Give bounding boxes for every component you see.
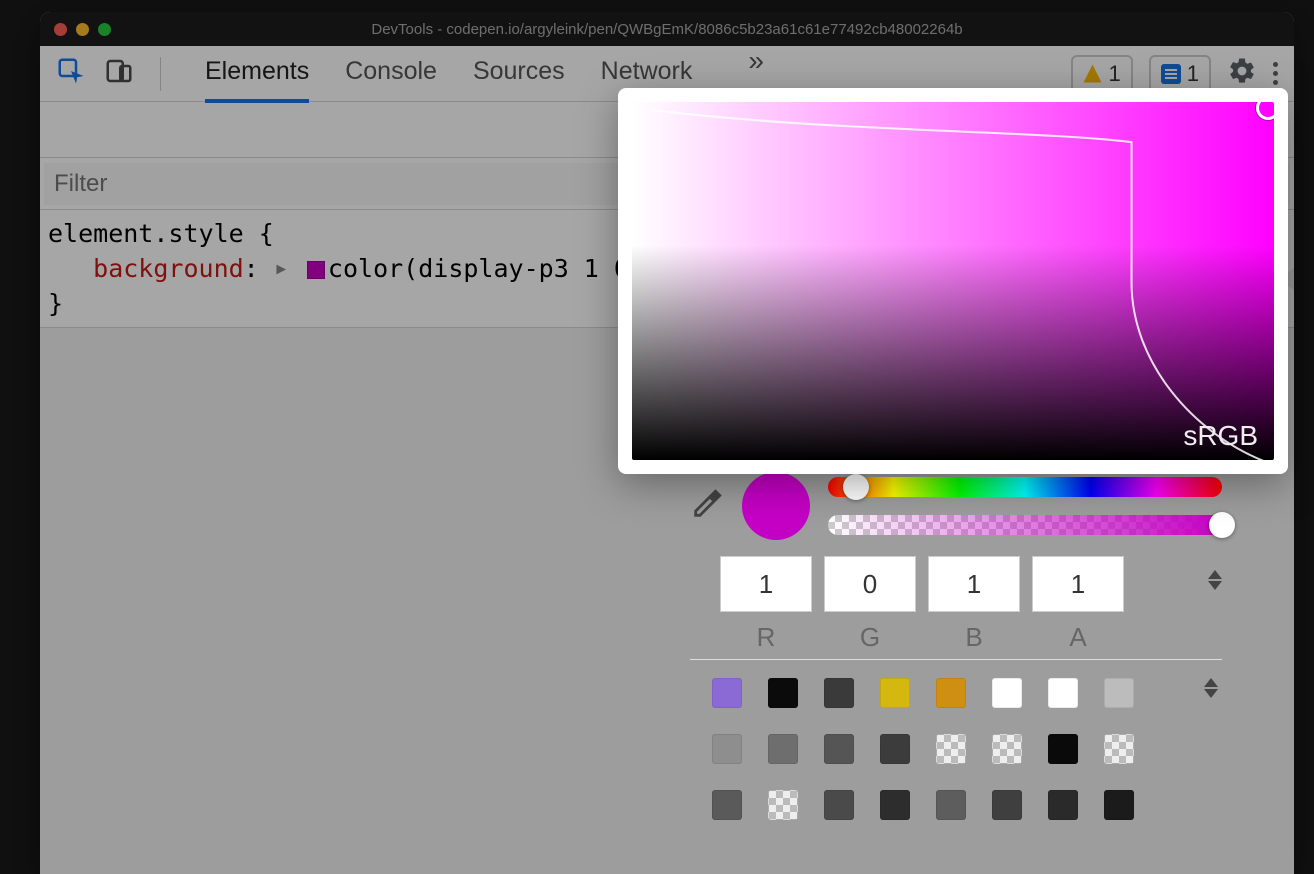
- palette-swatch[interactable]: [936, 734, 966, 764]
- color-swatch[interactable]: [307, 261, 325, 279]
- palette-swatch[interactable]: [1048, 790, 1078, 820]
- a-label: A: [1069, 622, 1086, 653]
- messages-count: 1: [1187, 61, 1199, 87]
- gamut-label: sRGB: [1183, 420, 1258, 452]
- g-label: G: [860, 622, 880, 653]
- palette-swatch[interactable]: [992, 678, 1022, 708]
- b-input[interactable]: [928, 556, 1020, 612]
- rgba-inputs: R G B A: [720, 556, 1222, 653]
- expand-icon[interactable]: ▸: [274, 250, 289, 285]
- palette-swatch[interactable]: [1048, 734, 1078, 764]
- format-stepper[interactable]: [1208, 570, 1222, 590]
- warning-icon: [1083, 64, 1103, 84]
- messages-icon: [1161, 64, 1181, 84]
- device-toggle-icon[interactable]: [104, 56, 134, 91]
- palette-swatch[interactable]: [824, 734, 854, 764]
- palette-area: [690, 659, 1222, 820]
- tab-sources[interactable]: Sources: [473, 45, 565, 103]
- palette-swatch[interactable]: [936, 790, 966, 820]
- alpha-thumb[interactable]: [1209, 512, 1235, 538]
- palette-swatch[interactable]: [880, 678, 910, 708]
- palette-swatch[interactable]: [1104, 790, 1134, 820]
- window-title: DevTools - codepen.io/argyleink/pen/QWBg…: [40, 21, 1294, 38]
- chevron-down-icon[interactable]: [1208, 581, 1222, 590]
- palette-swatch[interactable]: [768, 678, 798, 708]
- palette-swatch[interactable]: [768, 790, 798, 820]
- palette-swatch[interactable]: [992, 790, 1022, 820]
- palette-swatch[interactable]: [936, 678, 966, 708]
- palette-swatch[interactable]: [1104, 734, 1134, 764]
- toolbar-divider: [160, 57, 161, 91]
- b-label: B: [965, 622, 982, 653]
- toolbar-right: 1 1: [1071, 55, 1279, 93]
- warnings-badge[interactable]: 1: [1071, 55, 1133, 93]
- hue-slider[interactable]: [828, 477, 1222, 497]
- hue-thumb[interactable]: [843, 474, 869, 500]
- palette-swatch[interactable]: [992, 734, 1022, 764]
- selector: element.style: [48, 219, 244, 248]
- palette-swatch[interactable]: [824, 790, 854, 820]
- messages-badge[interactable]: 1: [1149, 55, 1211, 93]
- tab-elements[interactable]: Elements: [205, 45, 309, 103]
- r-input[interactable]: [720, 556, 812, 612]
- inspect-icon[interactable]: [56, 56, 86, 91]
- chevron-down-icon[interactable]: [1204, 689, 1218, 698]
- eyedropper-icon[interactable]: [690, 487, 724, 526]
- r-label: R: [757, 622, 776, 653]
- palette-swatch[interactable]: [880, 734, 910, 764]
- property-name[interactable]: background: [93, 254, 244, 283]
- close-brace: }: [48, 289, 63, 318]
- open-brace: {: [259, 219, 274, 248]
- gamut-boundary: [632, 102, 1274, 460]
- palette-swatch[interactable]: [1048, 678, 1078, 708]
- titlebar: DevTools - codepen.io/argyleink/pen/QWBg…: [40, 12, 1294, 46]
- palette-swatch[interactable]: [768, 734, 798, 764]
- spectrum-area[interactable]: sRGB: [632, 102, 1274, 460]
- alpha-slider[interactable]: [828, 515, 1222, 535]
- kebab-icon[interactable]: [1273, 62, 1278, 85]
- palette-swatch[interactable]: [1104, 678, 1134, 708]
- picker-controls: R G B A: [690, 472, 1222, 820]
- a-input[interactable]: [1032, 556, 1124, 612]
- warnings-count: 1: [1109, 61, 1121, 87]
- gear-icon[interactable]: [1227, 56, 1257, 91]
- spectrum-cursor[interactable]: [1256, 102, 1274, 120]
- palette-swatch[interactable]: [712, 734, 742, 764]
- palette-swatch[interactable]: [824, 678, 854, 708]
- chevron-up-icon[interactable]: [1204, 678, 1218, 687]
- color-picker-popup: sRGB: [618, 88, 1288, 474]
- palette-swatch[interactable]: [880, 790, 910, 820]
- palette: [712, 678, 1222, 820]
- palette-swatch[interactable]: [712, 790, 742, 820]
- g-input[interactable]: [824, 556, 916, 612]
- current-color: [742, 472, 810, 540]
- chevron-up-icon[interactable]: [1208, 570, 1222, 579]
- palette-stepper[interactable]: [1204, 678, 1218, 698]
- property-value[interactable]: color(display-p3 1 0: [328, 254, 629, 283]
- tab-console[interactable]: Console: [345, 45, 437, 103]
- palette-swatch[interactable]: [712, 678, 742, 708]
